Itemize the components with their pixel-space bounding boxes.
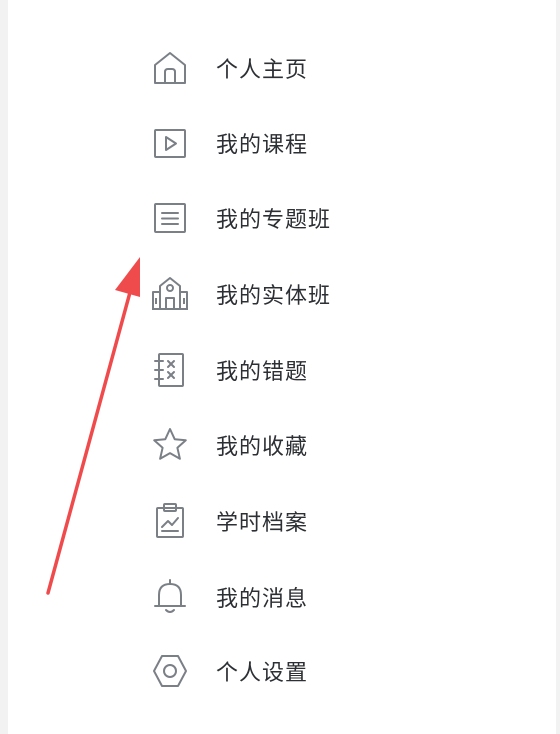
sidebar-item-physical-classes[interactable]: 我的实体班 [148, 266, 408, 322]
sidebar-item-settings[interactable]: 个人设置 [148, 643, 408, 699]
play-video-icon [148, 121, 192, 165]
sidebar-item-label: 我的实体班 [216, 284, 332, 309]
sidebar-item-home[interactable]: 个人主页 [148, 40, 408, 96]
sidebar-item-study-hours[interactable]: 学时档案 [148, 493, 408, 549]
clipboard-chart-icon [148, 499, 192, 543]
sidebar-item-label: 我的错题 [216, 360, 309, 385]
sidebar-item-topic-classes[interactable]: 我的专题班 [148, 190, 408, 246]
sidebar-item-label: 学时档案 [216, 511, 309, 536]
bell-icon [148, 575, 192, 619]
sidebar-item-courses[interactable]: 我的课程 [148, 115, 408, 171]
document-list-icon [148, 196, 192, 240]
sidebar-item-favorites[interactable]: 我的收藏 [148, 417, 408, 473]
sidebar-item-label: 个人主页 [216, 58, 309, 83]
wrong-questions-icon [148, 348, 192, 392]
sidebar-item-label: 个人设置 [216, 661, 309, 686]
home-icon [148, 46, 192, 90]
sidebar-item-messages[interactable]: 我的消息 [148, 569, 408, 625]
sidebar-item-label: 我的专题班 [216, 208, 332, 233]
sidebar-item-label: 我的收藏 [216, 435, 309, 460]
school-building-icon [148, 272, 192, 316]
gear-icon [148, 649, 192, 693]
sidebar-panel: 个人主页 我的课程 我的专题班 我的实体班 我的错题 我的收藏 学时档案 我的消… [8, 0, 556, 734]
sidebar-item-label: 我的课程 [216, 133, 309, 158]
sidebar-item-wrong-questions[interactable]: 我的错题 [148, 342, 408, 398]
sidebar-item-label: 我的消息 [216, 587, 309, 612]
star-icon [148, 423, 192, 467]
